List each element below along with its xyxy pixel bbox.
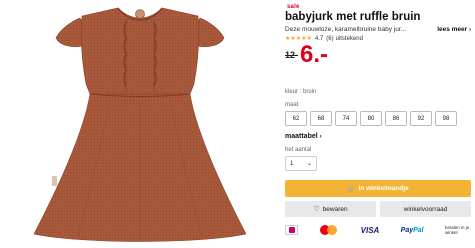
paypal-logo-part-b: Pal — [413, 226, 424, 234]
color-label: kleur : bruin — [285, 89, 317, 95]
size-label: maat — [285, 102, 299, 108]
chevron-right-icon: › — [319, 134, 322, 140]
chevron-right-icon: › — [469, 27, 471, 33]
store-stock-button[interactable]: winkelvoorraad — [380, 201, 471, 217]
size-option[interactable]: 98 — [435, 111, 457, 126]
visa-logo: VISA — [360, 225, 380, 235]
size-option[interactable]: 68 — [310, 111, 332, 126]
size-selector: 62 68 74 80 86 92 98 — [285, 111, 471, 126]
size-option[interactable]: 86 — [385, 111, 407, 126]
store-stock-label: winkelvoorraad — [403, 205, 448, 213]
save-label: bewaren — [322, 205, 348, 213]
product-description: Deze mouwloze, karamelbruine baby jur... — [285, 26, 407, 33]
size-option[interactable]: 62 — [285, 111, 307, 126]
size-option[interactable]: 74 — [335, 111, 357, 126]
read-more-label: lees meer — [437, 26, 468, 33]
rating-label: uitstekend — [335, 35, 363, 42]
paypal-logo: PayPal — [401, 227, 424, 234]
paypal-logo-part-a: Pay — [400, 226, 414, 234]
size-table-label: maattabel — [285, 133, 318, 140]
description-row: Deze mouwloze, karamelbruine baby jur...… — [285, 26, 471, 33]
product-image[interactable] — [0, 0, 280, 248]
payment-methods: VISA PayPal betalen in je winkel — [285, 223, 471, 237]
chevron-down-icon: ⌄ — [306, 161, 312, 167]
product-title: babyjurk met ruffle bruin — [285, 11, 421, 23]
mastercard-logo-icon — [319, 224, 339, 236]
size-option[interactable]: 80 — [360, 111, 382, 126]
price-row: 12- 6.- — [285, 41, 471, 68]
quantity-value: 1 — [290, 160, 294, 167]
secondary-actions: ♡ bewaren winkelvoorraad — [285, 201, 471, 217]
quantity-label: het aantal — [285, 147, 312, 153]
heart-icon: ♡ — [313, 206, 320, 213]
pay-in-store-label: betalen in je winkel — [444, 225, 470, 235]
size-option[interactable]: 92 — [410, 111, 432, 126]
dress-illustration — [33, 7, 247, 242]
sale-badge: sale — [287, 4, 300, 10]
cart-icon: 🛒 — [347, 185, 356, 193]
ideal-logo-icon — [285, 225, 298, 235]
add-to-cart-button[interactable]: 🛒 in winkelmandje — [285, 180, 471, 197]
quantity-select[interactable]: 1 ⌄ — [285, 156, 317, 171]
read-more-link[interactable]: lees meer › — [437, 26, 471, 33]
old-price: 12- — [285, 50, 299, 60]
save-button[interactable]: ♡ bewaren — [285, 201, 376, 217]
product-info-panel: sale babyjurk met ruffle bruin Deze mouw… — [285, 4, 471, 237]
add-to-cart-label: in winkelmandje — [358, 185, 409, 192]
current-price: 6.- — [300, 41, 329, 68]
size-table-link[interactable]: maattabel › — [285, 133, 471, 140]
